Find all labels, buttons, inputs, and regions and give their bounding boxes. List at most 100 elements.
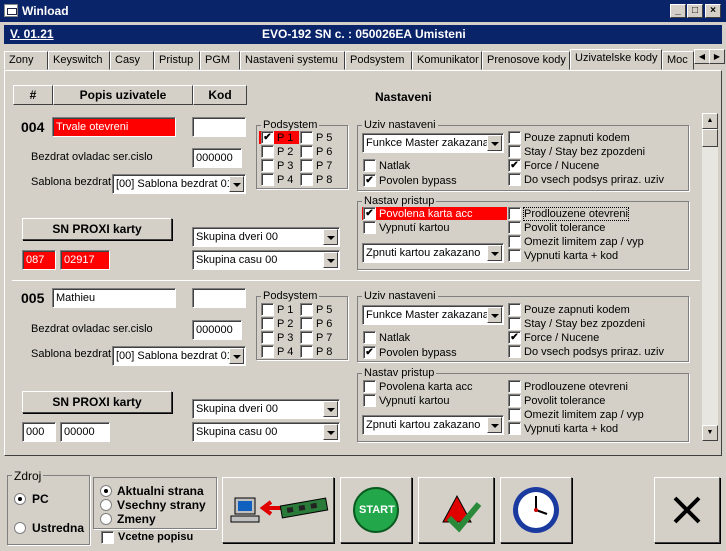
remote-serial-input[interactable]: 000000 [192, 148, 242, 168]
user-code-input[interactable] [192, 288, 246, 308]
natlak-checkbox[interactable] [363, 159, 376, 172]
extended-open-checkbox[interactable] [508, 207, 521, 220]
scope-all-radio[interactable] [100, 499, 112, 511]
card-disarm-checkbox[interactable] [363, 394, 376, 407]
tab-uzivatelske-kody[interactable]: Uzivatelske kody [570, 49, 662, 70]
all-partitions-checkbox[interactable] [508, 345, 521, 358]
bypass-checkbox[interactable] [363, 174, 376, 187]
master-function-select[interactable]: Funkce Master zakazana [362, 305, 504, 325]
exit-button[interactable] [654, 477, 720, 543]
tab-komunikator[interactable]: Komunikator [412, 51, 482, 70]
partition-7-checkbox[interactable] [300, 331, 313, 344]
prox-card-number-input[interactable]: 00000 [60, 422, 110, 442]
column-number[interactable]: # [13, 85, 53, 105]
sn-proxi-button[interactable]: SN PROXI karty [22, 218, 172, 240]
tab-pgm[interactable]: PGM [200, 51, 240, 70]
maximize-button[interactable]: □ [687, 4, 703, 18]
column-code[interactable]: Kod [193, 85, 247, 105]
tab-pristup[interactable]: Pristup [154, 51, 200, 70]
partition-5-checkbox[interactable] [300, 303, 313, 316]
scroll-thumb[interactable] [702, 129, 718, 147]
column-description[interactable]: Popis uzivatele [53, 85, 193, 105]
bypass-checkbox[interactable] [363, 346, 376, 359]
partition-8-checkbox[interactable] [300, 173, 313, 186]
compare-button[interactable] [418, 477, 494, 543]
time-group-select[interactable]: Skupina casu 00 [192, 422, 340, 442]
card-access-checkbox[interactable] [363, 380, 376, 393]
partition-2-checkbox[interactable] [261, 317, 274, 330]
template-select[interactable]: [00] Sablona bezdrat 01 [112, 174, 246, 194]
tolerance-checkbox[interactable] [508, 221, 521, 234]
code-arm-only-checkbox[interactable] [508, 131, 521, 144]
all-partitions-checkbox[interactable] [508, 173, 521, 186]
card-arm-mode-select[interactable]: Zpnuti kartou zakazano [362, 415, 504, 435]
tab-scroll-right-button[interactable]: ▶ [709, 49, 725, 64]
minimize-button[interactable]: _ [670, 4, 686, 18]
remote-serial-input[interactable]: 000000 [192, 320, 242, 340]
force-checkbox[interactable] [508, 331, 521, 344]
partition-5-checkbox[interactable] [300, 131, 313, 144]
source-pc-radio[interactable] [14, 493, 26, 505]
partition-2-checkbox[interactable] [261, 145, 274, 158]
transfer-button[interactable] [222, 477, 334, 543]
stay-checkbox[interactable] [508, 145, 521, 158]
partition-6-checkbox[interactable] [300, 317, 313, 330]
partition-1-checkbox[interactable] [261, 131, 274, 144]
tab-keyswitch[interactable]: Keyswitch [48, 51, 110, 70]
user-name-input[interactable]: Trvale otevreni [52, 117, 176, 137]
template-select[interactable]: [00] Sablona bezdrat 01 [112, 346, 246, 366]
scroll-up-button[interactable]: ▲ [702, 113, 718, 129]
door-group-select[interactable]: Skupina dveri 00 [192, 399, 340, 419]
sn-proxi-button[interactable]: SN PROXI karty [22, 391, 172, 413]
clock-button[interactable] [500, 477, 572, 543]
tab-podsystem[interactable]: Podsystem [345, 51, 412, 70]
user-code-input[interactable] [192, 117, 246, 137]
card-plus-code-checkbox[interactable] [508, 249, 521, 262]
partition-6-checkbox[interactable] [300, 145, 313, 158]
time-group-select[interactable]: Skupina casu 00 [192, 250, 340, 270]
tab-nastaveni-systemu[interactable]: Nastaveni systemu [240, 51, 345, 70]
scroll-down-button[interactable]: ▼ [702, 425, 718, 441]
master-function-select[interactable]: Funkce Master zakazana [362, 133, 504, 153]
partition-8-checkbox[interactable] [300, 345, 313, 358]
tab-moc[interactable]: Moc [662, 51, 694, 70]
natlak-checkbox[interactable] [363, 331, 376, 344]
version-link[interactable]: V. 01.21 [10, 27, 54, 41]
door-group-select[interactable]: Skupina dveri 00 [192, 227, 340, 247]
partition-7-checkbox[interactable] [300, 159, 313, 172]
tab-scroll-left-button[interactable]: ◀ [694, 49, 710, 64]
code-arm-only-checkbox[interactable] [508, 303, 521, 316]
card-disarm-checkbox[interactable] [363, 221, 376, 234]
tolerance-checkbox[interactable] [508, 394, 521, 407]
partition-4-checkbox[interactable] [261, 173, 274, 186]
prox-card-number-input[interactable]: 02917 [60, 250, 110, 270]
partition-3-checkbox[interactable] [261, 159, 274, 172]
partition-4-checkbox[interactable] [261, 345, 274, 358]
prox-card-site-input[interactable]: 087 [22, 250, 56, 270]
include-descriptions-checkbox[interactable] [101, 531, 114, 544]
start-button[interactable]: START [340, 477, 412, 543]
partition-1-checkbox[interactable] [261, 303, 274, 316]
card-arm-mode-select[interactable]: Zpnuti kartou zakazano [362, 243, 504, 263]
source-panel-radio[interactable] [14, 522, 26, 534]
force-checkbox[interactable] [508, 159, 521, 172]
stay-checkbox[interactable] [508, 317, 521, 330]
user-name-input[interactable]: Mathieu [52, 288, 176, 308]
prox-card-site-input[interactable]: 000 [22, 422, 56, 442]
limit-arm-checkbox[interactable] [508, 408, 521, 421]
tab-prenosove-kody[interactable]: Prenosove kody [482, 51, 570, 70]
extended-open-checkbox[interactable] [508, 380, 521, 393]
check-triangle-icon [442, 494, 482, 533]
card-plus-code-checkbox[interactable] [508, 422, 521, 435]
stay-label: Stay / Stay bez zpozdeni [524, 318, 646, 330]
card-access-checkbox[interactable] [363, 207, 376, 220]
force-label: Force / Nucene [524, 160, 600, 172]
partition-3-checkbox[interactable] [261, 331, 274, 344]
limit-arm-checkbox[interactable] [508, 235, 521, 248]
tab-zony[interactable]: Zony [4, 51, 48, 70]
vertical-scrollbar[interactable]: ▲ ▼ [702, 113, 718, 441]
tab-casy[interactable]: Casy [110, 51, 154, 70]
close-window-button[interactable]: × [705, 4, 721, 18]
scope-current-radio[interactable] [100, 485, 112, 497]
scope-changes-radio[interactable] [100, 513, 112, 525]
